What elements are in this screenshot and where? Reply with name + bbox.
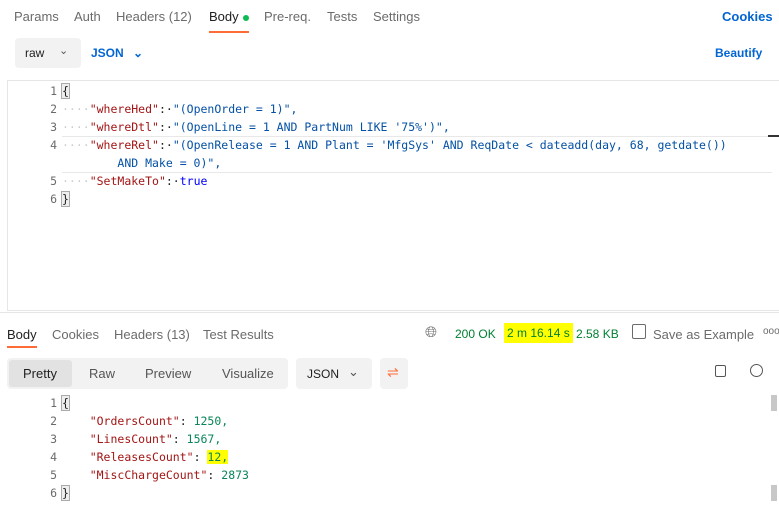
- brace: }: [61, 191, 70, 207]
- line-number: 4: [50, 450, 57, 464]
- json-value: 2873: [221, 468, 249, 482]
- json-value: AND Make = 0)",: [117, 156, 222, 170]
- code-line: ····"whereDtl":·"(OpenLine = 1 AND PartN…: [62, 120, 450, 134]
- code-line: }: [61, 191, 70, 207]
- json-key: "OrdersCount": [89, 414, 180, 428]
- copy-icon[interactable]: [715, 365, 726, 377]
- indent-guide: [62, 468, 90, 482]
- json-value: 12,: [207, 450, 229, 464]
- tab-headers[interactable]: Headers (12): [116, 9, 192, 24]
- indent-guide: ····: [62, 120, 90, 134]
- indent-guide: ····: [62, 138, 90, 152]
- brace: {: [61, 395, 70, 411]
- view-mode-visualize[interactable]: Visualize: [222, 366, 274, 381]
- indent-guide: [62, 432, 90, 446]
- line-number: 5: [50, 468, 57, 482]
- line-number: 6: [50, 486, 57, 500]
- line-number: 1: [50, 396, 57, 410]
- line-number: 2: [50, 102, 57, 116]
- status-code[interactable]: 200 OK: [455, 327, 496, 341]
- save-as-example-button[interactable]: Save as Example: [653, 327, 754, 342]
- json-value: 1250,: [193, 414, 229, 428]
- body-mode-dropdown[interactable]: raw ⌄: [15, 38, 81, 68]
- tab-tests[interactable]: Tests: [327, 9, 357, 24]
- wrap-icon: ⇌: [387, 364, 399, 380]
- brace: {: [61, 83, 70, 99]
- line-number: 6: [50, 192, 57, 206]
- json-key: "ReleasesCount": [89, 450, 194, 464]
- tab-prereq[interactable]: Pre-req.: [264, 9, 311, 24]
- chevron-down-icon: ⌄: [59, 45, 69, 57]
- scrollbar[interactable]: [771, 395, 777, 411]
- code-line: "LinesCount": 1567,: [62, 432, 222, 446]
- json-key: "whereDtl": [89, 120, 159, 134]
- line-number: 5: [50, 174, 57, 188]
- scrollbar-bottom[interactable]: [771, 485, 777, 501]
- save-icon: [632, 324, 646, 339]
- body-format-dropdown[interactable]: JSON ⌄: [91, 46, 143, 60]
- tab-auth[interactable]: Auth: [74, 9, 101, 24]
- tab-params[interactable]: Params: [14, 9, 59, 24]
- code-line: ····"SetMakeTo":·true: [62, 174, 208, 188]
- beautify-button[interactable]: Beautify: [715, 46, 762, 60]
- body-mode-value: raw: [25, 46, 45, 60]
- line-number: 3: [50, 120, 57, 134]
- json-value: "(OpenOrder = 1)",: [172, 102, 298, 116]
- pane-divider[interactable]: [0, 312, 779, 313]
- view-mode-pretty[interactable]: Pretty: [9, 360, 72, 387]
- tab-body-label: Body: [209, 9, 239, 24]
- cookies-link[interactable]: Cookies: [722, 9, 773, 24]
- response-tab-cookies[interactable]: Cookies: [52, 327, 99, 342]
- globe-lock-icon[interactable]: 🌐︎: [425, 324, 437, 341]
- indent-guide: ····: [62, 174, 90, 188]
- indent-guide: [62, 450, 90, 464]
- response-tab-body[interactable]: Body: [7, 327, 37, 342]
- line-number: 1: [50, 84, 57, 98]
- json-value: "(OpenRelease = 1 AND Plant = 'MfgSys' A…: [172, 138, 727, 152]
- response-tab-test-results[interactable]: Test Results: [203, 327, 274, 342]
- tab-settings[interactable]: Settings: [373, 9, 420, 24]
- indent-guide: ····: [62, 102, 90, 116]
- line-number: 4: [50, 138, 57, 152]
- body-indicator-dot: [242, 14, 249, 21]
- code-line: ····"whereRel":·"(OpenRelease = 1 AND Pl…: [62, 138, 727, 152]
- active-tab-underline: [209, 31, 249, 33]
- more-options-icon[interactable]: ooo: [763, 326, 779, 337]
- response-time[interactable]: 2 m 16.14 s: [504, 323, 573, 343]
- indent-guide: [62, 414, 90, 428]
- code-line: "ReleasesCount": 12,: [62, 450, 229, 464]
- code-line: AND Make = 0)",: [62, 156, 221, 170]
- line-number: 3: [50, 432, 57, 446]
- scroll-marker: [768, 135, 779, 137]
- code-line: ····"whereHed":·"(OpenOrder = 1)",: [62, 102, 298, 116]
- search-icon[interactable]: [750, 364, 763, 377]
- tab-body[interactable]: Body: [209, 9, 249, 24]
- line-number: 2: [50, 414, 57, 428]
- view-mode-raw[interactable]: Raw: [89, 366, 115, 381]
- response-tab-headers[interactable]: Headers (13): [114, 327, 190, 342]
- chevron-down-icon: ⌄: [348, 364, 359, 379]
- view-mode-preview[interactable]: Preview: [145, 366, 191, 381]
- json-value: true: [179, 174, 208, 188]
- code-line: "OrdersCount": 1250,: [62, 414, 229, 428]
- brace: }: [61, 485, 70, 501]
- json-key: "SetMakeTo": [89, 174, 166, 188]
- code-line: {: [61, 395, 70, 411]
- wrap-lines-button[interactable]: ⇌: [380, 358, 408, 389]
- code-line: }: [61, 485, 70, 501]
- json-key: "MiscChargeCount": [89, 468, 208, 482]
- json-key: "whereRel": [89, 138, 159, 152]
- response-format-dropdown[interactable]: JSON ⌄: [296, 358, 372, 389]
- json-value: "(OpenLine = 1 AND PartNum LIKE '75%')",: [172, 120, 450, 134]
- code-line: "MiscChargeCount": 2873: [62, 468, 249, 482]
- json-value: 1567,: [186, 432, 222, 446]
- response-size[interactable]: 2.58 KB: [576, 327, 619, 341]
- response-tab-underline: [7, 346, 37, 348]
- json-key: "LinesCount": [89, 432, 173, 446]
- json-key: "whereHed": [89, 102, 159, 116]
- code-line: {: [61, 83, 70, 99]
